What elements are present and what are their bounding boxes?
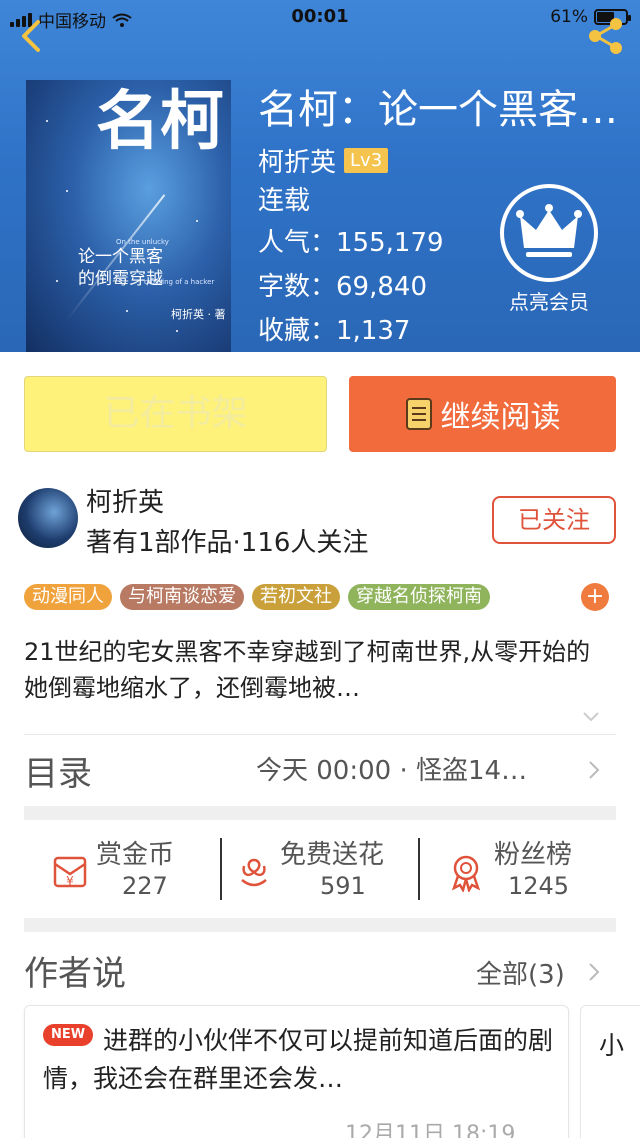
- battery-percent: 61%: [550, 7, 588, 27]
- next-note-peek: 小: [599, 1031, 625, 1060]
- book-title: 名柯：论一个黑客…: [258, 87, 618, 133]
- serial-status: 连载: [258, 186, 311, 216]
- vip-crown-button[interactable]: [500, 184, 598, 282]
- author-avatar[interactable]: [18, 488, 78, 548]
- fan-ranking-title: 粉丝榜: [494, 840, 573, 870]
- tag-list: 动漫同人 与柯南谈恋爱 若初文社 穿越名侦探柯南: [24, 584, 490, 610]
- author-note-text: 进群的小伙伴不仅可以提前知道后面的剧情，我还会在群里还会发…: [43, 1026, 554, 1093]
- book-cover[interactable]: 名柯 On the unlucky 论一个黑客 的倒霉穿越 crossing o…: [26, 80, 231, 352]
- more-tags-button[interactable]: +: [581, 583, 609, 611]
- book-author-name[interactable]: 柯折英: [258, 142, 336, 179]
- section-separator: [24, 918, 616, 932]
- share-icon[interactable]: [584, 14, 628, 58]
- popularity-label: 人气：: [258, 228, 337, 258]
- book-synopsis[interactable]: 21世纪的宅女黑客不幸穿越到了柯南世界,从零开始的她倒霉地缩水了，还倒霉地被…: [24, 634, 614, 706]
- free-flower-title: 免费送花: [280, 840, 385, 870]
- gold-coin-envelope-icon: ¥: [53, 856, 87, 888]
- toc-label[interactable]: 目录: [24, 746, 92, 795]
- section-separator: [24, 806, 616, 820]
- book-icon: [405, 398, 432, 430]
- flower-icon: [241, 858, 267, 887]
- chevron-right-icon: [589, 761, 600, 779]
- follow-button[interactable]: 已关注: [492, 496, 616, 544]
- divider: [24, 734, 616, 735]
- svg-text:¥: ¥: [66, 874, 74, 888]
- new-badge: NEW: [43, 1024, 93, 1046]
- favorites-value: 1,137: [336, 316, 411, 346]
- continue-reading-label: 继续阅读: [440, 400, 561, 435]
- cover-english-line2: crossing of a hacker: [144, 278, 215, 286]
- fan-ranking-value: 1245: [508, 872, 570, 900]
- tag-item[interactable]: 与柯南谈恋爱: [120, 584, 244, 610]
- fan-ranking-item[interactable]: 粉丝榜 1245: [420, 828, 616, 914]
- on-shelf-button[interactable]: 已在书架: [24, 376, 327, 452]
- book-header: 中国移动 00:01 61% 名柯 On the unlucky 论一个黑客 的…: [0, 0, 640, 352]
- word-count-value: 69,840: [336, 272, 427, 302]
- reward-coin-title: 赏金币: [96, 840, 175, 870]
- free-flower-item[interactable]: 免费送花 591: [222, 828, 418, 914]
- toc-latest-chapter[interactable]: 今天 00:00 · 怪盗14…: [256, 750, 527, 787]
- favorites-stat: 收藏：1,137: [258, 310, 410, 347]
- back-arrow-icon[interactable]: [14, 14, 50, 58]
- author-note-card[interactable]: 进群的小伙伴不仅可以提前知道后面的剧情，我还会在群里还会发… NEW 12月11…: [24, 1005, 569, 1138]
- author-says-all-link[interactable]: 全部(3): [476, 954, 565, 991]
- crown-icon: [516, 204, 582, 257]
- cover-subtitle-line1: 论一个黑客: [78, 247, 163, 267]
- free-flower-value: 591: [320, 872, 366, 900]
- cover-english-line1: On the unlucky: [116, 238, 169, 246]
- reward-coin-value: 227: [122, 872, 168, 900]
- tag-item[interactable]: 穿越名侦探柯南: [348, 584, 490, 610]
- cover-author: 柯折英 · 著: [171, 308, 226, 321]
- continue-reading-button[interactable]: 继续阅读: [349, 376, 616, 452]
- vip-label[interactable]: 点亮会员: [500, 286, 598, 315]
- status-bar: 中国移动 00:01 61%: [0, 0, 640, 34]
- reward-coin-item[interactable]: ¥ 赏金币 227: [24, 828, 220, 914]
- chevron-right-icon: [589, 963, 600, 981]
- author-note-card-next[interactable]: 小: [580, 1005, 640, 1138]
- cover-title: 名柯: [96, 84, 224, 159]
- medal-icon: [451, 855, 481, 892]
- word-count-label: 字数：: [258, 272, 337, 302]
- tag-item[interactable]: 若初文社: [252, 584, 340, 610]
- expand-chevron-icon[interactable]: [582, 710, 600, 724]
- author-says-title: 作者说: [24, 954, 126, 994]
- author-note-time: 12月11日 18:19: [345, 1122, 516, 1138]
- author-level-badge: Lv3: [344, 148, 389, 173]
- book-author-row: 柯折英 Lv3: [258, 142, 389, 179]
- author-card-name[interactable]: 柯折英: [86, 482, 164, 519]
- popularity-value: 155,179: [336, 228, 444, 258]
- word-count-stat: 字数：69,840: [258, 266, 427, 303]
- author-card-meta: 著有1部作品·116人关注: [86, 528, 369, 558]
- status-time: 00:01: [291, 6, 349, 27]
- favorites-label: 收藏：: [258, 316, 337, 346]
- reward-stats-row: ¥ 赏金币 227 免费送花 591 粉丝榜 1245: [24, 828, 616, 914]
- popularity-stat: 人气：155,179: [258, 222, 444, 259]
- tag-item[interactable]: 动漫同人: [24, 584, 112, 610]
